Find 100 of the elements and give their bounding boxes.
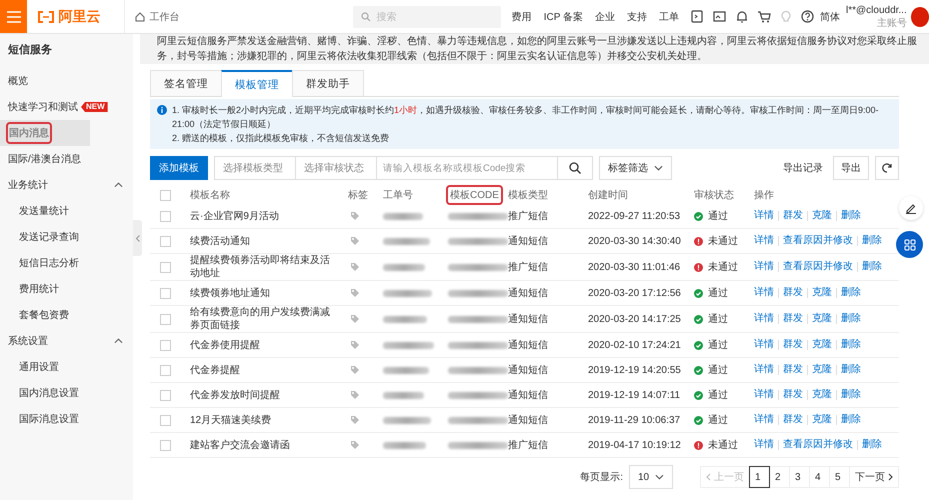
sidebar-item[interactable]: 发送记录查询 — [0, 224, 133, 250]
tag-icon[interactable] — [350, 390, 360, 400]
sidebar-item[interactable]: 国际/港澳台消息 — [0, 146, 133, 172]
sidebar-item[interactable]: 通用设置 — [0, 354, 133, 380]
edit-button[interactable] — [899, 196, 923, 220]
cart-icon[interactable] — [758, 10, 771, 22]
action-link[interactable]: 详情 — [754, 262, 778, 272]
tag-icon[interactable] — [350, 262, 360, 272]
sidebar-item[interactable]: 短信日志分析 — [0, 250, 133, 276]
sidebar-item[interactable]: 发送量统计 — [0, 198, 133, 224]
page-button[interactable]: 3 — [789, 466, 810, 488]
tab[interactable]: 签名管理 — [150, 70, 222, 96]
action-link[interactable]: 删除 — [836, 365, 865, 375]
action-link[interactable]: 删除 — [836, 288, 865, 298]
page-button[interactable]: 5 — [829, 466, 850, 488]
page-button[interactable]: 1 — [749, 466, 770, 488]
action-link[interactable]: 群发 — [778, 390, 807, 400]
checkbox[interactable] — [160, 210, 171, 222]
action-link[interactable]: 删除 — [857, 440, 886, 450]
export-button[interactable]: 导出 — [833, 156, 869, 180]
page-button[interactable]: 4 — [809, 466, 830, 488]
action-link[interactable]: 查看原因并修改 — [778, 262, 857, 272]
tag-icon[interactable] — [350, 440, 360, 450]
action-link[interactable]: 群发 — [778, 288, 807, 298]
sidebar-group[interactable]: 系统设置 — [8, 334, 48, 348]
action-link[interactable]: 详情 — [754, 390, 778, 400]
tag-icon[interactable] — [350, 288, 360, 298]
action-link[interactable]: 群发 — [778, 340, 807, 350]
checkbox[interactable] — [160, 440, 171, 450]
action-link[interactable]: 删除 — [857, 236, 886, 246]
sidebar-item[interactable]: 国内消息 — [0, 120, 90, 146]
avatar[interactable] — [910, 6, 929, 26]
tag-icon[interactable] — [350, 211, 360, 221]
tag-icon[interactable] — [350, 340, 360, 350]
nav-link[interactable]: 企业 — [589, 10, 621, 24]
checkbox[interactable] — [160, 288, 171, 298]
sidebar-item[interactable]: 快速学习和测试 NEW — [0, 94, 133, 120]
checkbox[interactable] — [160, 414, 171, 426]
checkbox[interactable] — [160, 190, 171, 200]
account-name[interactable]: l**@clouddr... — [846, 4, 907, 16]
chevron-icon[interactable] — [114, 338, 123, 344]
sidebar-item[interactable]: 套餐包资费 — [0, 302, 133, 328]
action-link[interactable]: 克隆 — [807, 390, 836, 400]
action-link[interactable]: 查看原因并修改 — [778, 236, 857, 246]
logo-text[interactable]: 阿里云 — [58, 8, 100, 26]
bulb-icon[interactable] — [781, 10, 791, 23]
search-button[interactable] — [557, 156, 593, 180]
action-link[interactable]: 克隆 — [807, 340, 836, 350]
menu-button[interactable] — [0, 0, 28, 33]
sidebar-item[interactable]: 概览 — [0, 68, 133, 94]
sidebar-group[interactable]: 业务统计 — [8, 178, 48, 192]
checkbox[interactable] — [160, 390, 171, 400]
collapse-handle[interactable] — [133, 220, 142, 256]
chevron-icon[interactable] — [114, 182, 123, 188]
terminal-icon[interactable] — [691, 10, 703, 23]
sidebar-item[interactable]: 国际消息设置 — [0, 406, 133, 432]
search-field[interactable]: 请输入模板名称或模板Code搜索 — [376, 156, 558, 180]
sidebar-item[interactable]: 费用统计 — [0, 276, 133, 302]
nav-link[interactable]: 支持 — [621, 10, 653, 24]
action-link[interactable]: 克隆 — [807, 415, 836, 425]
screen-icon[interactable] — [713, 11, 726, 22]
checkbox[interactable] — [160, 236, 171, 246]
action-link[interactable]: 详情 — [754, 415, 778, 425]
apps-button[interactable] — [896, 231, 923, 258]
action-link[interactable]: 群发 — [778, 314, 807, 324]
type-select[interactable]: 选择模板类型 — [214, 156, 296, 180]
nav-link[interactable]: 工单 — [653, 10, 685, 24]
action-link[interactable]: 克隆 — [807, 365, 836, 375]
action-link[interactable]: 克隆 — [807, 314, 836, 324]
language-link[interactable]: 简体 — [820, 10, 840, 24]
tab[interactable]: 群发助手 — [292, 70, 364, 96]
checkbox[interactable] — [160, 340, 171, 350]
action-link[interactable]: 克隆 — [807, 288, 836, 298]
tag-icon[interactable] — [350, 415, 360, 425]
status-select[interactable]: 选择审核状态 — [295, 156, 377, 180]
tag-icon[interactable] — [350, 365, 360, 375]
checkbox[interactable] — [160, 314, 171, 324]
tag-icon[interactable] — [350, 236, 360, 246]
nav-link[interactable]: 费用 — [506, 10, 538, 24]
action-link[interactable]: 详情 — [754, 211, 778, 221]
bell-icon[interactable] — [736, 10, 748, 23]
action-link[interactable]: 删除 — [836, 340, 865, 350]
action-link[interactable]: 查看原因并修改 — [778, 440, 857, 450]
sidebar-item[interactable]: 国内消息设置 — [0, 380, 133, 406]
export-records-link[interactable]: 导出记录 — [783, 161, 823, 175]
action-link[interactable]: 克隆 — [807, 211, 836, 221]
page-button[interactable]: 2 — [769, 466, 790, 488]
action-link[interactable]: 详情 — [754, 288, 778, 298]
action-link[interactable]: 删除 — [836, 211, 865, 221]
page-size-select[interactable]: 10 — [629, 465, 673, 489]
tag-filter[interactable]: 标签筛选 — [599, 156, 672, 180]
action-link[interactable]: 详情 — [754, 340, 778, 350]
workbench-link[interactable]: 工作台 — [149, 10, 180, 24]
action-link[interactable]: 删除 — [836, 390, 865, 400]
action-link[interactable]: 详情 — [754, 314, 778, 324]
next-page-button[interactable]: 下一页 — [849, 466, 899, 488]
action-link[interactable]: 群发 — [778, 415, 807, 425]
action-link[interactable]: 删除 — [836, 415, 865, 425]
nav-link[interactable]: ICP 备案 — [538, 10, 589, 24]
tab[interactable]: 模板管理 — [221, 70, 293, 97]
